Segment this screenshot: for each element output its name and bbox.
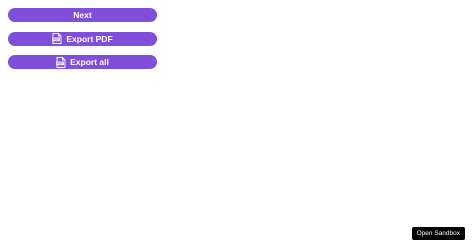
next-button-label: Next <box>73 10 92 20</box>
export-all-button[interactable]: PDF Export all <box>8 55 157 69</box>
svg-text:PDF: PDF <box>57 61 63 65</box>
next-button[interactable]: Next <box>8 8 157 22</box>
export-pdf-button-label: Export PDF <box>66 33 113 44</box>
button-stack: Next PDF Export PDF PDF Export all <box>8 8 157 79</box>
pdf-file-icon: PDF <box>56 56 66 68</box>
pdf-file-icon: PDF <box>52 33 62 44</box>
export-all-button-label: Export all <box>70 57 109 67</box>
open-sandbox-button[interactable]: Open Sandbox <box>411 227 465 240</box>
page: Next PDF Export PDF PDF Export all Open … <box>0 0 474 248</box>
svg-text:PDF: PDF <box>53 38 59 42</box>
export-pdf-button[interactable]: PDF Export PDF <box>8 31 157 46</box>
